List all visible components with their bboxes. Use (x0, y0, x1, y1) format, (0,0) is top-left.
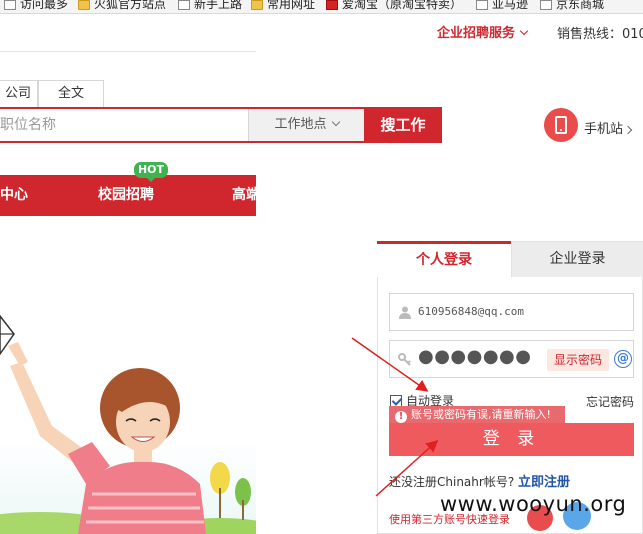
taobao-icon (326, 0, 338, 10)
watermark: www.wooyun.org (440, 492, 627, 516)
folder-icon (78, 0, 90, 10)
hot-badge: HOT (134, 162, 168, 182)
page-icon (540, 0, 552, 10)
search-bar: 工作地点 搜工作 (0, 107, 442, 143)
tab-company-login[interactable]: 企业登录 (511, 242, 643, 277)
bookmark-most-visited[interactable]: 访问最多 (4, 0, 68, 13)
nav-item-campus[interactable]: 校园招聘 (98, 175, 154, 216)
bookmark-jd[interactable]: 京东商城 (540, 0, 604, 13)
chevron-down-icon (519, 26, 529, 36)
tab-personal-login[interactable]: 个人登录 (377, 241, 511, 277)
location-select[interactable]: 工作地点 (248, 109, 364, 141)
register-now-link[interactable]: 立即注册 (518, 475, 570, 490)
chevron-right-icon (623, 125, 633, 135)
email-suggest-icon[interactable]: @ (614, 350, 632, 368)
register-prompt: 还没注册Chinahr帐号? 立即注册 (389, 475, 571, 490)
bookmarks-toolbar: 访问最多 火狐官方站点 新手上路 常用网址 爱淘宝（原淘宝特卖） 亚马逊 京东商… (0, 0, 643, 14)
main-nav: 中心 校园招聘 高端 (0, 175, 260, 216)
username-value: 610956848@qq.com (418, 305, 524, 318)
key-icon (398, 353, 411, 366)
login-error-message: ! 账号或密码有误,请重新输入! (389, 406, 565, 423)
sales-hotline: 销售热线：010 (557, 27, 643, 42)
bookmark-amazon[interactable]: 亚马逊 (476, 0, 528, 13)
search-input[interactable] (0, 109, 248, 141)
password-field[interactable]: ●●●●●●● 显示密码 @ (389, 340, 634, 378)
search-tab-company[interactable]: 公司 (0, 80, 38, 108)
banner-illustration (0, 314, 256, 534)
bookmark-common-sites[interactable]: 常用网址 (251, 0, 315, 13)
login-button[interactable]: 登 录 (389, 423, 634, 456)
show-password-button[interactable]: 显示密码 (547, 349, 609, 371)
folder-icon (251, 0, 263, 10)
warning-icon: ! (395, 411, 407, 423)
divider (0, 51, 256, 52)
chevron-down-icon (331, 117, 340, 127)
nav-item-highend[interactable]: 高端 (232, 175, 260, 216)
phone-icon (555, 116, 567, 134)
mobile-site-button[interactable] (544, 108, 578, 142)
username-field[interactable]: 610956848@qq.com (389, 293, 634, 331)
page-icon (476, 0, 488, 10)
forgot-password-link[interactable]: 忘记密码 (586, 393, 634, 410)
page-icon (178, 0, 190, 10)
promo-banner[interactable] (0, 216, 256, 534)
login-panel (377, 241, 643, 534)
mobile-site-link[interactable]: 手机站 (584, 118, 633, 137)
nav-item-center[interactable]: 中心 (0, 175, 28, 216)
enterprise-service-menu[interactable]: 企业招聘服务 (437, 22, 529, 41)
bookmark-ai-taobao[interactable]: 爱淘宝（原淘宝特卖） (326, 0, 462, 13)
search-tab-fulltext[interactable]: 全文 (38, 80, 104, 108)
search-button[interactable]: 搜工作 (364, 107, 442, 143)
bookmark-firefox-official[interactable]: 火狐官方站点 (78, 0, 166, 13)
user-icon (399, 306, 411, 319)
page-icon (4, 0, 16, 10)
bookmark-getting-started[interactable]: 新手上路 (178, 0, 242, 13)
password-value: ●●●●●●● (418, 346, 532, 367)
